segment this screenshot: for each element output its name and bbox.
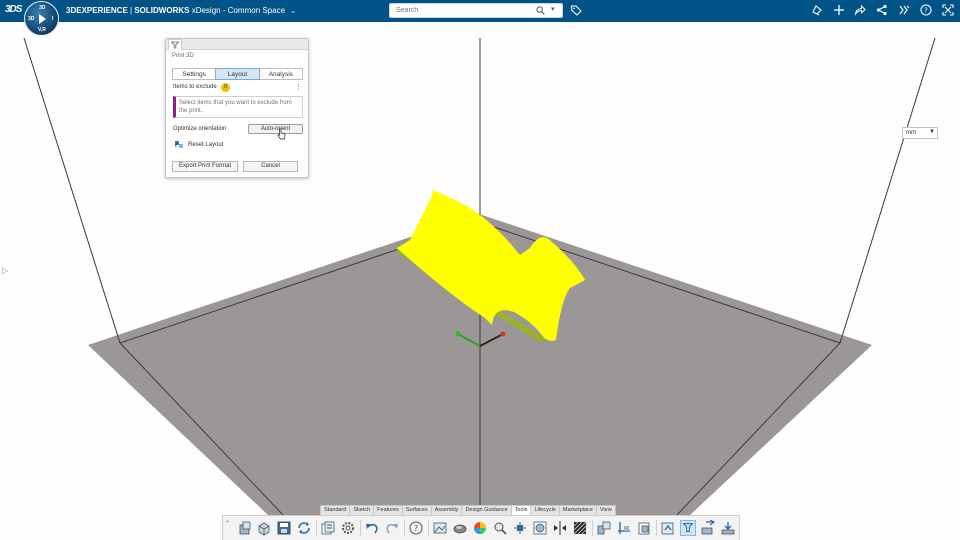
search-icon[interactable] — [536, 6, 545, 15]
capture-icon[interactable] — [432, 520, 448, 536]
tab-surfaces[interactable]: Surfaces — [401, 505, 432, 515]
tab-tools[interactable]: Tools — [510, 505, 532, 515]
exclude-label: Items to exclude — [173, 84, 217, 90]
tab-sketch[interactable]: Sketch — [349, 505, 375, 515]
svg-text:?: ? — [924, 7, 928, 15]
create-part-icon[interactable] — [256, 520, 272, 536]
interference-icon[interactable] — [596, 520, 612, 536]
ds-logo: 3DS — [5, 4, 22, 15]
properties-icon[interactable] — [320, 520, 336, 536]
help-icon[interactable]: ? — [408, 520, 424, 536]
units-value: mm — [906, 130, 916, 136]
panel-expand-chevron-icon[interactable]: ▷ — [2, 266, 8, 275]
appearance-icon[interactable] — [472, 520, 488, 536]
publish-icon[interactable] — [660, 520, 676, 536]
hatch-icon[interactable] — [572, 520, 588, 536]
bom-icon[interactable] — [636, 520, 652, 536]
tab-layout[interactable]: Layout — [215, 68, 260, 80]
tab-lifecycle[interactable]: Lifecycle — [530, 505, 560, 515]
tab-standard[interactable]: Standard — [320, 505, 351, 515]
section-icon[interactable] — [532, 520, 548, 536]
app-name: xDesign - Common Space — [191, 6, 286, 15]
tab-analysis[interactable]: Analysis — [258, 68, 303, 80]
brand-prefix: 3DEXPERIENCE — [66, 6, 128, 15]
more-options-icon[interactable]: ⋮ — [295, 83, 302, 91]
tab-settings[interactable]: Settings — [172, 68, 217, 80]
toolbar-separator — [656, 520, 657, 536]
print-3d-panel: Print 3D Settings Layout Analysis Items … — [165, 38, 309, 178]
insert-icon[interactable] — [237, 520, 253, 536]
action-bar: ⌄ ? — [222, 515, 740, 540]
optimize-orientation-label: Optimize orientation — [173, 126, 227, 132]
share-arrow-icon[interactable] — [854, 4, 866, 16]
search-input[interactable] — [394, 5, 524, 16]
align-icon[interactable] — [552, 520, 568, 536]
toolbar-separator — [316, 520, 317, 536]
toolbar-separator — [428, 520, 429, 536]
render-icon[interactable] — [452, 520, 468, 536]
add-icon[interactable] — [833, 4, 845, 16]
reset-layout-label[interactable]: Reset Layout — [188, 142, 223, 148]
measure-icon[interactable] — [492, 520, 508, 536]
print3d-tab-icon[interactable] — [168, 39, 182, 50]
redo-icon[interactable] — [384, 520, 400, 536]
search-options-chevron-icon[interactable]: ▾ — [551, 5, 555, 13]
chevron-down-icon[interactable]: ▼ — [929, 129, 935, 135]
search-box[interactable]: ▾ — [389, 3, 563, 18]
units-dropdown[interactable]: mm ▼ — [902, 127, 938, 139]
tab-view[interactable]: View — [595, 505, 616, 515]
settings-icon[interactable] — [340, 520, 356, 536]
compass-top-label[interactable]: 3D — [39, 5, 45, 11]
export-icon[interactable] — [700, 520, 716, 536]
compass-bottom-label[interactable]: V,R — [38, 27, 46, 33]
toolbar-separator — [404, 520, 405, 536]
tab-design-guidance[interactable]: Design Guidance — [461, 505, 512, 515]
compass-right-label[interactable]: I — [52, 16, 53, 22]
mass-props-icon[interactable] — [616, 520, 632, 536]
brand-main: SOLIDWORKS — [134, 6, 190, 15]
panel-header — [166, 39, 308, 50]
refresh-icon[interactable] — [296, 520, 312, 536]
print3d-icon[interactable] — [680, 520, 696, 536]
tag-icon[interactable] — [570, 4, 582, 16]
3d-viewport[interactable]: ▷ — [0, 22, 960, 540]
chevron-down-icon[interactable]: ⌄ — [290, 7, 296, 15]
notify-icon[interactable] — [811, 4, 823, 16]
tab-marketplace[interactable]: Marketplace — [558, 505, 597, 515]
action-bar-tabs: Standard Sketch Features Surfaces Assemb… — [320, 505, 616, 515]
tab-features[interactable]: Features — [373, 505, 403, 515]
toolbar-separator — [360, 520, 361, 536]
hand-cursor-icon — [277, 128, 286, 140]
explode-icon[interactable] — [512, 520, 528, 536]
help-icon[interactable]: ? — [920, 4, 932, 16]
fullscreen-icon[interactable] — [942, 4, 954, 16]
tab-assembly[interactable]: Assembly — [430, 505, 463, 515]
apps-icon[interactable] — [898, 4, 910, 16]
auto-orient-button[interactable]: Auto-orient — [248, 124, 303, 134]
download-icon[interactable] — [720, 520, 736, 536]
collapse-chevron-icon[interactable]: ⌄ — [225, 517, 230, 524]
export-print-format-button[interactable]: Export Print Format — [172, 161, 238, 172]
exclude-selection-field[interactable] — [173, 96, 303, 118]
compass-widget[interactable]: 3D 3D I V,R — [24, 1, 59, 36]
cancel-button[interactable]: Cancel — [243, 161, 298, 172]
scene-canvas[interactable] — [0, 22, 960, 540]
reset-layout-icon[interactable] — [174, 139, 184, 149]
share-network-icon[interactable] — [876, 4, 888, 16]
panel-tabs: Settings Layout Analysis — [172, 68, 303, 80]
play-icon[interactable] — [39, 14, 46, 24]
compass-left-label[interactable]: 3D — [28, 16, 34, 22]
panel-title: Print 3D — [172, 53, 194, 59]
toolbar-separator — [592, 520, 593, 536]
undo-icon[interactable] — [364, 520, 380, 536]
top-bar: 3DS 3DEXPERIENCE | SOLIDWORKS xDesign - … — [0, 0, 960, 22]
svg-text:?: ? — [414, 524, 418, 533]
exclude-count-badge: 0 — [221, 83, 230, 92]
app-title[interactable]: 3DEXPERIENCE | SOLIDWORKS xDesign - Comm… — [66, 6, 296, 15]
save-icon[interactable] — [276, 520, 292, 536]
